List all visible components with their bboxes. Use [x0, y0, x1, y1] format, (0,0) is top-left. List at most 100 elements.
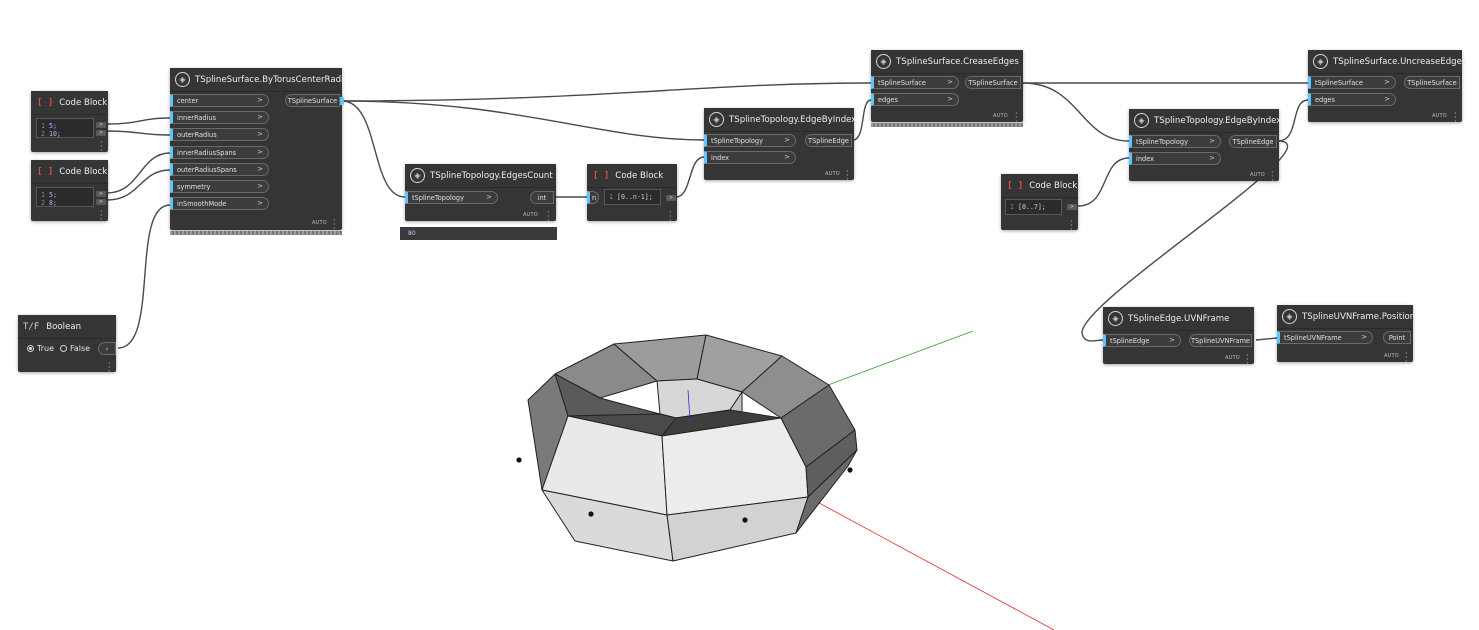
input-port-symmetry[interactable]: symmetry > — [170, 180, 269, 193]
code-editor[interactable]: 1 5; 2 8; — [36, 187, 94, 207]
input-port-edges[interactable]: edges > — [1308, 93, 1396, 106]
node-header[interactable]: ◈ TSplineTopology.EdgeByIndex — [704, 108, 856, 132]
output-ports[interactable]: > > — [96, 191, 106, 207]
output-port[interactable]: > — [666, 195, 676, 201]
code-block-node-1[interactable]: [ ] Code Block 1 5; 2 10; > > · · · — [31, 91, 108, 155]
tspline-icon: ◈ — [876, 54, 891, 69]
node-title: Code Block — [59, 97, 108, 108]
output-port[interactable]: › — [98, 342, 116, 355]
node-header[interactable]: ◈ TSplineSurface.ByTorusCenterRadii — [170, 68, 346, 92]
code-line: [0..n-1]; — [616, 193, 653, 201]
node-menu-icon[interactable]: · · · — [1454, 110, 1458, 126]
node-header[interactable]: [ ] Code Block — [587, 164, 677, 188]
boolean-toggle[interactable]: True False — [27, 344, 96, 353]
input-port-index[interactable]: index > — [704, 151, 796, 164]
axis-x-line — [807, 496, 1055, 630]
node-menu-icon[interactable]: · · · — [846, 168, 850, 184]
output-connector[interactable] — [340, 97, 344, 105]
output-port[interactable]: > — [96, 122, 106, 128]
node-header[interactable]: ◈ TSplineSurface.CreaseEdges — [871, 50, 1023, 74]
input-port-tspline-edge[interactable]: tSplineEdge > — [1103, 334, 1181, 347]
output-port-tspline-edge[interactable]: TSplineEdge — [1229, 135, 1277, 148]
output-port[interactable]: > — [96, 130, 106, 136]
output-port-tspline-edge[interactable]: TSplineEdge — [805, 134, 852, 147]
node-header[interactable]: ◈ TSplineTopology.EdgesCount — [405, 164, 556, 188]
node-title: TSplineSurface.UncreaseEdges — [1333, 56, 1467, 67]
input-port-tspline-uvn-frame[interactable]: tSplineUVNFrame > — [1277, 331, 1373, 344]
node-header[interactable]: [ ] Code Block — [31, 91, 108, 115]
output-ports[interactable]: > — [666, 195, 676, 203]
crease-edges-node[interactable]: ◈ TSplineSurface.CreaseEdges tSplineSurf… — [871, 50, 1023, 126]
node-title: Code Block — [59, 166, 108, 177]
node-title: TSplineTopology.EdgesCount — [430, 170, 553, 181]
input-port-outer-radius[interactable]: outerRadius > — [170, 128, 269, 141]
node-header[interactable]: ◈ TSplineTopology.EdgeByIndex — [1129, 109, 1281, 133]
node-menu-icon[interactable]: · · · — [1070, 218, 1074, 234]
edge-by-index-node-2[interactable]: ◈ TSplineTopology.EdgeByIndex tSplineTop… — [1129, 109, 1281, 185]
input-port-center[interactable]: center > — [170, 94, 269, 107]
output-port[interactable]: > — [96, 199, 106, 205]
node-header[interactable]: [ ] Code Block — [31, 160, 108, 184]
input-port-tspline-topology[interactable]: tSplineTopology > — [704, 134, 796, 147]
node-header[interactable]: ◈ TSplineEdge.UVNFrame — [1103, 307, 1254, 331]
node-menu-icon[interactable]: · · · — [108, 360, 112, 376]
code-block-node-3[interactable]: [ ] Code Block n 1 [0..n-1]; > · · · — [587, 164, 677, 225]
input-port-inner-radius-spans[interactable]: innerRadiusSpans > — [170, 146, 269, 159]
node-menu-icon[interactable]: · · · — [1246, 352, 1250, 368]
node-header[interactable]: ◈ TSplineSurface.UncreaseEdges — [1308, 50, 1466, 74]
input-port-inner-radius[interactable]: innerRadius > — [170, 111, 269, 124]
canvas-viewport[interactable]: [ ] Code Block 1 5; 2 10; > > · · · [ ] Code… — [0, 0, 1479, 630]
radio-true[interactable]: True — [27, 344, 54, 353]
node-header[interactable]: T/F Boolean — [18, 315, 116, 339]
boolean-icon: T/F — [23, 321, 40, 332]
code-line: 8; — [48, 199, 57, 207]
input-port-n[interactable]: n — [587, 191, 599, 204]
lacing-label: AUTO — [1225, 355, 1240, 361]
output-port[interactable]: > — [96, 191, 106, 197]
node-menu-icon[interactable]: · · · — [333, 217, 337, 233]
input-port-tspline-topology[interactable]: tSplineTopology > — [1129, 135, 1221, 148]
output-port[interactable]: > — [1067, 204, 1077, 210]
input-port-smooth-mode[interactable]: inSmoothMode > — [170, 197, 269, 210]
node-header[interactable]: [ ] Code Block — [1001, 174, 1078, 198]
tspline-icon: ◈ — [709, 112, 724, 127]
input-port-edges[interactable]: edges > — [871, 93, 959, 106]
input-port-tspline-surface[interactable]: tSplineSurface > — [1308, 76, 1396, 89]
code-editor[interactable]: 1 5; 2 10; — [36, 118, 94, 138]
uncrease-edges-node[interactable]: ◈ TSplineSurface.UncreaseEdges tSplineSu… — [1308, 50, 1466, 126]
node-menu-icon[interactable]: · · · — [1271, 169, 1275, 185]
input-port-outer-radius-spans[interactable]: outerRadiusSpans > — [170, 163, 269, 176]
edge-by-index-node-1[interactable]: ◈ TSplineTopology.EdgeByIndex tSplineTop… — [704, 108, 856, 184]
input-port-tspline-surface[interactable]: tSplineSurface > — [871, 76, 959, 89]
output-port-tspline-uvn-frame[interactable]: TSplineUVNFrame — [1189, 334, 1252, 347]
code-block-node-4[interactable]: [ ] Code Block 1 [0..7]; > · · · — [1001, 174, 1078, 234]
torus-node[interactable]: ◈ TSplineSurface.ByTorusCenterRadii cent… — [170, 68, 346, 233]
code-editor[interactable]: 1 [0..n-1]; — [604, 189, 661, 205]
edges-count-node[interactable]: ◈ TSplineTopology.EdgesCount tSplineTopo… — [405, 164, 556, 225]
node-menu-icon[interactable]: · · · — [100, 139, 104, 155]
boolean-node[interactable]: T/F Boolean True False › · · · — [18, 315, 116, 376]
output-port-point[interactable]: Point — [1383, 331, 1411, 344]
uvn-frame-node[interactable]: ◈ TSplineEdge.UVNFrame tSplineEdge > TSpl… — [1103, 307, 1254, 368]
tspline-icon: ◈ — [175, 72, 190, 87]
output-port-tspline-surface[interactable]: TSplineSurface — [965, 76, 1021, 89]
tspline-icon: ◈ — [1282, 309, 1297, 324]
output-port-tspline-surface[interactable]: TSplineSurface — [1404, 76, 1460, 89]
output-port-tspline-surface[interactable]: TSplineSurface — [285, 94, 340, 107]
radio-false[interactable]: False — [60, 344, 90, 353]
output-ports[interactable]: > > — [96, 122, 106, 138]
node-menu-icon[interactable]: · · · — [100, 208, 104, 224]
code-block-node-2[interactable]: [ ] Code Block 1 5; 2 8; > > · · · — [31, 160, 108, 224]
output-port-int[interactable]: int — [530, 191, 554, 204]
node-menu-icon[interactable]: · · · — [547, 209, 551, 225]
node-header[interactable]: ◈ TSplineUVNFrame.Position — [1277, 305, 1415, 329]
position-node[interactable]: ◈ TSplineUVNFrame.Position tSplineUVNFra… — [1277, 305, 1415, 366]
node-menu-icon[interactable]: · · · — [1405, 350, 1409, 366]
code-block-icon: [ ] — [37, 166, 54, 177]
output-ports[interactable]: > — [1067, 204, 1077, 212]
code-editor[interactable]: 1 [0..7]; — [1005, 199, 1062, 215]
watch-preview[interactable]: 80 — [400, 227, 557, 240]
input-port-index[interactable]: index > — [1129, 152, 1221, 165]
node-menu-icon[interactable]: · · · — [669, 209, 673, 225]
input-port-tspline-topology[interactable]: tSplineTopology > — [405, 191, 498, 204]
